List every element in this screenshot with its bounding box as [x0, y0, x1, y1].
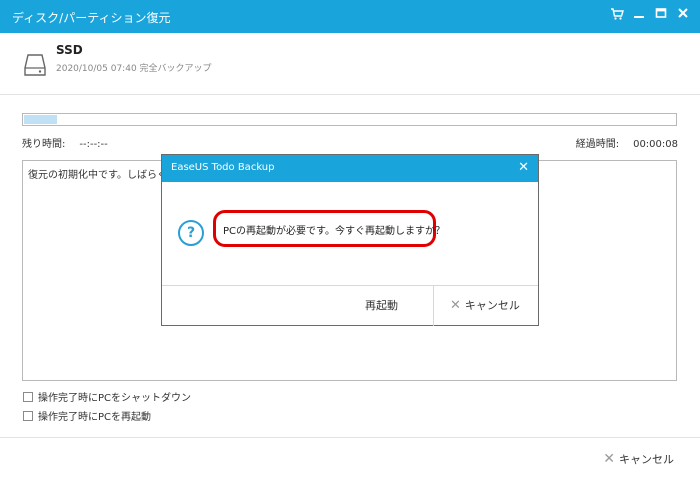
- elapsed-time-value: 00:00:08: [633, 139, 678, 150]
- cancel-button[interactable]: ✕ キャンセル: [603, 451, 674, 467]
- window-title: ディスク/パーティション復元: [12, 11, 171, 25]
- dialog-cancel-x-icon: ✕: [450, 297, 461, 313]
- close-x-icon: ✕: [603, 451, 615, 467]
- close-icon[interactable]: [674, 7, 692, 25]
- dialog-divider: [162, 285, 538, 286]
- backup-info: 2020/10/05 07:40 完全バックアップ: [56, 64, 212, 74]
- dialog-message: PCの再起動が必要です。今すぐ再起動しますか？: [213, 210, 445, 247]
- drive-icon: [24, 53, 46, 77]
- progress-bar: [22, 113, 677, 126]
- dialog-title: EaseUS Todo Backup: [171, 162, 275, 173]
- log-line: 復元の初期化中です。しばらくお: [28, 170, 177, 181]
- dialog-cancel-button[interactable]: ✕ キャンセル: [450, 297, 520, 313]
- footer-divider: [0, 437, 700, 438]
- cancel-button-label: キャンセル: [619, 453, 674, 466]
- restart-checkbox[interactable]: [23, 410, 33, 421]
- task-header: SSD 2020/10/05 07:40 完全バックアップ: [0, 33, 700, 95]
- progress-fill: [24, 115, 57, 124]
- restart-label: 操作完了時にPCを再起動: [38, 412, 152, 423]
- title-bar: ディスク/パーティション復元: [0, 0, 700, 33]
- dialog-cancel-label: キャンセル: [464, 299, 520, 312]
- restart-option[interactable]: 操作完了時にPCを再起動: [23, 408, 151, 423]
- minimize-icon[interactable]: [630, 7, 648, 25]
- remaining-time-label: 残り時間:: [22, 139, 66, 150]
- restart-dialog: EaseUS Todo Backup ✕ ? PCの再起動が必要です。今すぐ再起…: [161, 154, 539, 326]
- remaining-time: 残り時間: --:--:--: [22, 135, 108, 150]
- shutdown-label: 操作完了時にPCをシャットダウン: [38, 393, 192, 404]
- shutdown-option[interactable]: 操作完了時にPCをシャットダウン: [23, 389, 191, 404]
- cart-icon[interactable]: [608, 7, 626, 25]
- dialog-title-bar: EaseUS Todo Backup ✕: [162, 155, 538, 182]
- remaining-time-value: --:--:--: [79, 139, 108, 150]
- question-icon: ?: [178, 220, 204, 246]
- elapsed-time: 経過時間: 00:00:08: [576, 135, 678, 150]
- elapsed-time-label: 経過時間:: [575, 139, 620, 150]
- dialog-restart-button[interactable]: 再起動: [365, 297, 398, 313]
- dialog-close-icon[interactable]: ✕: [518, 160, 529, 175]
- drive-name: SSD: [56, 43, 83, 57]
- maximize-icon[interactable]: [652, 7, 670, 25]
- dialog-button-divider: [433, 286, 434, 326]
- shutdown-checkbox[interactable]: [23, 391, 33, 402]
